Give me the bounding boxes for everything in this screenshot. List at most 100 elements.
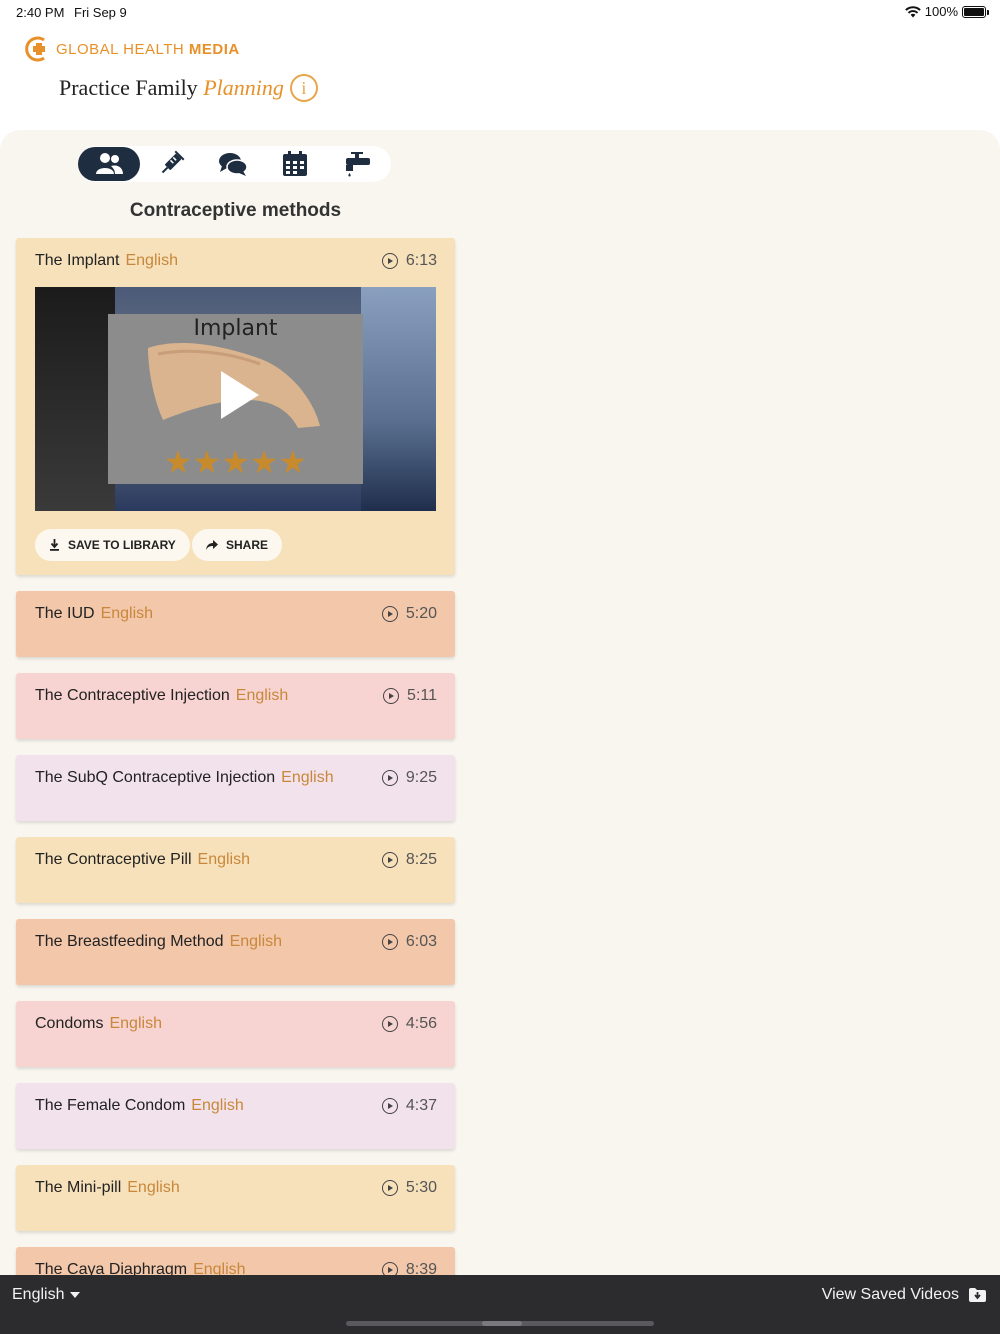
video-duration-text: 5:20 bbox=[405, 605, 437, 622]
video-card-header: Condoms English 4:56 bbox=[35, 1015, 437, 1033]
view-saved-videos-button[interactable]: View Saved Videos bbox=[822, 1286, 986, 1304]
video-player[interactable]: Implant ★★★★★ bbox=[35, 287, 436, 511]
video-duration-text: 4:37 bbox=[405, 1097, 437, 1114]
tab-calendar[interactable] bbox=[264, 147, 326, 181]
video-language: English bbox=[281, 769, 334, 786]
battery-icon bbox=[962, 5, 989, 18]
play-circle-icon bbox=[381, 852, 398, 868]
video-language: English bbox=[235, 687, 289, 704]
language-label: English bbox=[12, 1286, 65, 1303]
video-duration: 4:37 bbox=[381, 1097, 437, 1115]
play-circle-icon bbox=[383, 688, 400, 704]
bottom-bar: English View Saved Videos bbox=[0, 1275, 1000, 1334]
share-label: SHARE bbox=[226, 538, 269, 552]
video-title: The Implant bbox=[35, 252, 120, 269]
play-circle-icon bbox=[381, 934, 398, 950]
app-title-main: Practice Family bbox=[59, 75, 204, 100]
video-language: English bbox=[193, 1261, 246, 1275]
video-duration: 6:03 bbox=[381, 933, 437, 951]
play-button[interactable] bbox=[221, 371, 259, 419]
video-card[interactable]: The Implant English 6:13 Implant ★★★★★ S… bbox=[16, 238, 455, 575]
video-card[interactable]: The IUD English 5:20 bbox=[16, 591, 455, 657]
brand-name: GLOBAL HEALTH MEDIA bbox=[56, 41, 240, 58]
faucet-icon bbox=[346, 152, 370, 177]
play-circle-icon bbox=[381, 1098, 398, 1114]
video-card-header: The SubQ Contraceptive Injection English… bbox=[35, 769, 437, 787]
download-icon bbox=[50, 539, 59, 551]
tab-injections[interactable] bbox=[140, 147, 202, 181]
play-circle-icon bbox=[381, 770, 398, 786]
video-card[interactable]: The Caya Diaphragm English 8:39 bbox=[16, 1247, 455, 1275]
video-card[interactable]: The SubQ Contraceptive Injection English… bbox=[16, 755, 455, 821]
video-background bbox=[35, 287, 115, 511]
video-duration: 6:13 bbox=[381, 252, 437, 270]
video-duration-text: 8:25 bbox=[405, 851, 437, 868]
video-language: English bbox=[229, 933, 283, 950]
video-card-header: The Implant English 6:13 bbox=[35, 252, 437, 270]
app-title: Practice Family Planning bbox=[59, 75, 284, 101]
video-card[interactable]: The Breastfeeding Method English 6:03 bbox=[16, 919, 455, 985]
video-duration: 8:39 bbox=[381, 1261, 437, 1275]
video-duration-text: 6:03 bbox=[405, 933, 437, 950]
video-title: The Mini-pill bbox=[35, 1179, 122, 1196]
chat-bubbles-icon bbox=[219, 153, 248, 176]
save-to-library-button[interactable]: SAVE TO LIBRARY bbox=[35, 529, 190, 561]
video-card-header: The Female Condom English 4:37 bbox=[35, 1097, 437, 1115]
battery-percent: 100% bbox=[924, 4, 958, 19]
video-card-header: The Contraceptive Injection English 5:11 bbox=[35, 687, 437, 705]
status-indicators: 100% bbox=[904, 4, 989, 19]
home-indicator bbox=[346, 1321, 654, 1326]
play-circle-icon bbox=[381, 606, 398, 622]
video-language: English bbox=[125, 252, 178, 269]
status-date: Fri Sep 9 bbox=[74, 5, 127, 20]
tab-contraceptive-methods[interactable] bbox=[78, 147, 140, 181]
video-duration-text: 5:11 bbox=[407, 687, 437, 704]
video-card-header: The Contraceptive Pill English 8:25 bbox=[35, 851, 437, 869]
play-circle-icon bbox=[381, 1262, 398, 1275]
app-title-row: Practice Family Planning i bbox=[59, 74, 318, 102]
video-card[interactable]: Condoms English 4:56 bbox=[16, 1001, 455, 1067]
video-card[interactable]: The Female Condom English 4:37 bbox=[16, 1083, 455, 1149]
video-duration: 5:30 bbox=[381, 1179, 437, 1197]
video-duration: 4:56 bbox=[381, 1015, 437, 1033]
video-title: The Female Condom bbox=[35, 1097, 186, 1114]
video-title: The Caya Diaphragm bbox=[35, 1261, 188, 1275]
video-card[interactable]: The Contraceptive Injection English 5:11 bbox=[16, 673, 455, 739]
video-title: The SubQ Contraceptive Injection bbox=[35, 769, 276, 786]
video-title: The Contraceptive Pill bbox=[35, 851, 192, 868]
video-title: The Contraceptive Injection bbox=[35, 687, 230, 704]
video-duration: 5:11 bbox=[383, 687, 437, 705]
section-title: Contraceptive methods bbox=[129, 200, 342, 221]
video-card-header: The Breastfeeding Method English 6:03 bbox=[35, 933, 437, 951]
video-title: The Breastfeeding Method bbox=[35, 933, 224, 950]
share-button[interactable]: SHARE bbox=[192, 529, 283, 561]
app-header: GLOBAL HEALTH MEDIA Practice Family Plan… bbox=[24, 34, 424, 114]
video-duration-text: 9:25 bbox=[405, 769, 437, 786]
calendar-icon bbox=[283, 151, 307, 176]
save-to-library-label: SAVE TO LIBRARY bbox=[68, 538, 176, 552]
video-duration-text: 6:13 bbox=[405, 252, 437, 269]
tab-counseling[interactable] bbox=[202, 147, 264, 181]
brand-name-regular: GLOBAL HEALTH bbox=[56, 40, 189, 58]
language-selector[interactable]: English bbox=[12, 1286, 81, 1304]
play-circle-icon bbox=[381, 253, 398, 269]
share-arrow-icon bbox=[206, 540, 218, 550]
status-time: 2:40 PM bbox=[16, 5, 65, 20]
home-indicator-segment bbox=[482, 1321, 522, 1326]
folder-download-icon bbox=[969, 1288, 986, 1302]
video-card[interactable]: The Contraceptive Pill English 8:25 bbox=[16, 837, 455, 903]
video-title: The IUD bbox=[35, 605, 95, 622]
saved-videos-label: View Saved Videos bbox=[821, 1286, 959, 1303]
main-content: Contraceptive methods The Implant Englis… bbox=[0, 130, 1000, 1275]
video-card[interactable]: The Mini-pill English 5:30 bbox=[16, 1165, 455, 1231]
video-card-header: The Mini-pill English 5:30 bbox=[35, 1179, 437, 1197]
global-health-media-logo bbox=[25, 36, 45, 62]
video-title: Condoms bbox=[35, 1015, 104, 1032]
video-language: English bbox=[197, 851, 250, 868]
video-duration: 5:20 bbox=[381, 605, 437, 623]
video-duration: 9:25 bbox=[381, 769, 437, 787]
tab-hygiene[interactable] bbox=[326, 147, 388, 181]
play-circle-icon bbox=[381, 1016, 398, 1032]
info-icon[interactable]: i bbox=[289, 74, 318, 102]
app-title-accent: Planning bbox=[203, 75, 284, 100]
